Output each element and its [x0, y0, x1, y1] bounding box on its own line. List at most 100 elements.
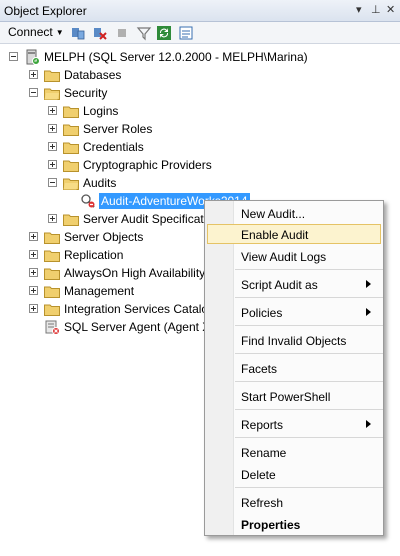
menu-label: New Audit...: [241, 207, 306, 221]
menu-item-find-invalid-objects[interactable]: Find Invalid Objects: [207, 330, 381, 350]
tree-label: Integration Services Catalogs: [64, 302, 221, 316]
connect-button[interactable]: Connect ▼: [8, 25, 64, 39]
menu-item-properties[interactable]: Properties: [207, 514, 381, 534]
folder-icon: [63, 160, 79, 172]
menu-separator: [235, 297, 383, 298]
menu-label: Reports: [241, 418, 284, 432]
tree-node-credentials[interactable]: Credentials: [0, 138, 400, 156]
expand-icon[interactable]: [29, 232, 38, 241]
folder-icon: [44, 70, 60, 82]
tree-node-server[interactable]: MELPH (SQL Server 12.0.2000 - MELPH\Mari…: [0, 48, 400, 66]
object-explorer-toolbar: Connect ▼: [0, 22, 400, 44]
menu-label: Start PowerShell: [241, 390, 331, 404]
tree-label: Databases: [64, 68, 122, 82]
expand-icon[interactable]: [48, 142, 57, 151]
tree-label: Logins: [83, 104, 119, 118]
menu-separator: [235, 409, 383, 410]
menu-item-start-powershell[interactable]: Start PowerShell: [207, 386, 381, 406]
menu-label: Refresh: [241, 496, 284, 510]
menu-item-facets[interactable]: Facets: [207, 358, 381, 378]
folder-icon: [63, 106, 79, 118]
menu-item-enable-audit[interactable]: Enable Audit: [207, 224, 381, 244]
menu-label: Policies: [241, 306, 283, 320]
expand-icon[interactable]: [29, 268, 38, 277]
folder-open-icon: [44, 88, 60, 100]
expand-icon[interactable]: [29, 70, 38, 79]
menu-label: Facets: [241, 362, 278, 376]
folder-icon: [44, 250, 60, 262]
expand-icon[interactable]: [29, 250, 38, 259]
menu-label: Find Invalid Objects: [241, 334, 347, 348]
tree-node-databases[interactable]: Databases: [0, 66, 400, 84]
menu-item-refresh[interactable]: Refresh: [207, 492, 381, 512]
tree-label: Audits: [83, 176, 117, 190]
chevron-down-icon: ▼: [55, 28, 64, 37]
sql-agent-icon: [45, 320, 60, 335]
dropdown-arrow-icon[interactable]: ▾: [356, 3, 362, 16]
folder-icon: [44, 286, 60, 298]
disconnect-icon[interactable]: [92, 25, 108, 41]
menu-label: Rename: [241, 446, 287, 460]
tree-node-server-roles[interactable]: Server Roles: [0, 120, 400, 138]
menu-label: Properties: [241, 518, 301, 532]
audit-icon: [81, 194, 95, 208]
expand-icon[interactable]: [48, 124, 57, 133]
menu-item-policies[interactable]: Policies: [207, 302, 381, 322]
close-icon[interactable]: ✕: [386, 3, 395, 16]
tree-label: Server Roles: [83, 122, 153, 136]
filter-icon[interactable]: [136, 25, 152, 41]
tree-label: Replication: [64, 248, 124, 262]
tree-node-logins[interactable]: Logins: [0, 102, 400, 120]
tree-label: Security: [64, 86, 108, 100]
server-icon: [26, 49, 40, 65]
menu-item-script-audit-as[interactable]: Script Audit as: [207, 274, 381, 294]
summary-icon[interactable]: [178, 25, 194, 41]
menu-separator: [235, 325, 383, 326]
folder-icon: [63, 124, 79, 136]
menu-item-new-audit[interactable]: New Audit...: [207, 203, 381, 223]
tree-label-server: MELPH (SQL Server 12.0.2000 - MELPH\Mari…: [44, 50, 308, 64]
folder-icon: [44, 268, 60, 280]
expand-icon[interactable]: [29, 304, 38, 313]
tree-node-audits[interactable]: Audits: [0, 174, 400, 192]
menu-label: View Audit Logs: [241, 250, 327, 264]
object-explorer-titlebar: Object Explorer ▾ ⊥ ✕: [0, 0, 400, 22]
refresh-icon[interactable]: [156, 25, 172, 41]
panel-title: Object Explorer: [4, 4, 87, 18]
folder-icon: [44, 232, 60, 244]
expand-icon[interactable]: [48, 160, 57, 169]
menu-label: Enable Audit: [241, 228, 309, 242]
menu-item-delete[interactable]: Delete: [207, 464, 381, 484]
stop-icon[interactable]: [114, 25, 130, 41]
tree-node-security[interactable]: Security: [0, 84, 400, 102]
folder-icon: [63, 142, 79, 154]
folder-icon: [63, 214, 79, 226]
menu-separator: [235, 381, 383, 382]
expand-icon[interactable]: [48, 214, 57, 223]
menu-separator: [235, 437, 383, 438]
tree-label: Server Objects: [64, 230, 144, 244]
connect-object-explorer-icon[interactable]: [70, 25, 86, 41]
menu-item-rename[interactable]: Rename: [207, 442, 381, 462]
collapse-icon[interactable]: [29, 88, 38, 97]
submenu-arrow-icon: [366, 420, 371, 428]
menu-label: Delete: [241, 468, 276, 482]
tree-node-cryptographic-providers[interactable]: Cryptographic Providers: [0, 156, 400, 174]
pin-icon[interactable]: ⊥: [371, 3, 381, 16]
menu-label: Script Audit as: [241, 278, 318, 292]
collapse-icon[interactable]: [48, 178, 57, 187]
menu-separator: [235, 269, 383, 270]
menu-item-view-audit-logs[interactable]: View Audit Logs: [207, 246, 381, 266]
tree-label: Cryptographic Providers: [83, 158, 212, 172]
tree-label: Management: [64, 284, 135, 298]
menu-separator: [235, 353, 383, 354]
submenu-arrow-icon: [366, 280, 371, 288]
tree-label: AlwaysOn High Availability: [64, 266, 206, 280]
collapse-icon[interactable]: [9, 52, 18, 61]
expand-icon[interactable]: [48, 106, 57, 115]
submenu-arrow-icon: [366, 308, 371, 316]
menu-item-reports[interactable]: Reports: [207, 414, 381, 434]
folder-open-icon: [63, 178, 79, 190]
context-menu: New Audit... Enable Audit View Audit Log…: [204, 200, 384, 536]
expand-icon[interactable]: [29, 286, 38, 295]
